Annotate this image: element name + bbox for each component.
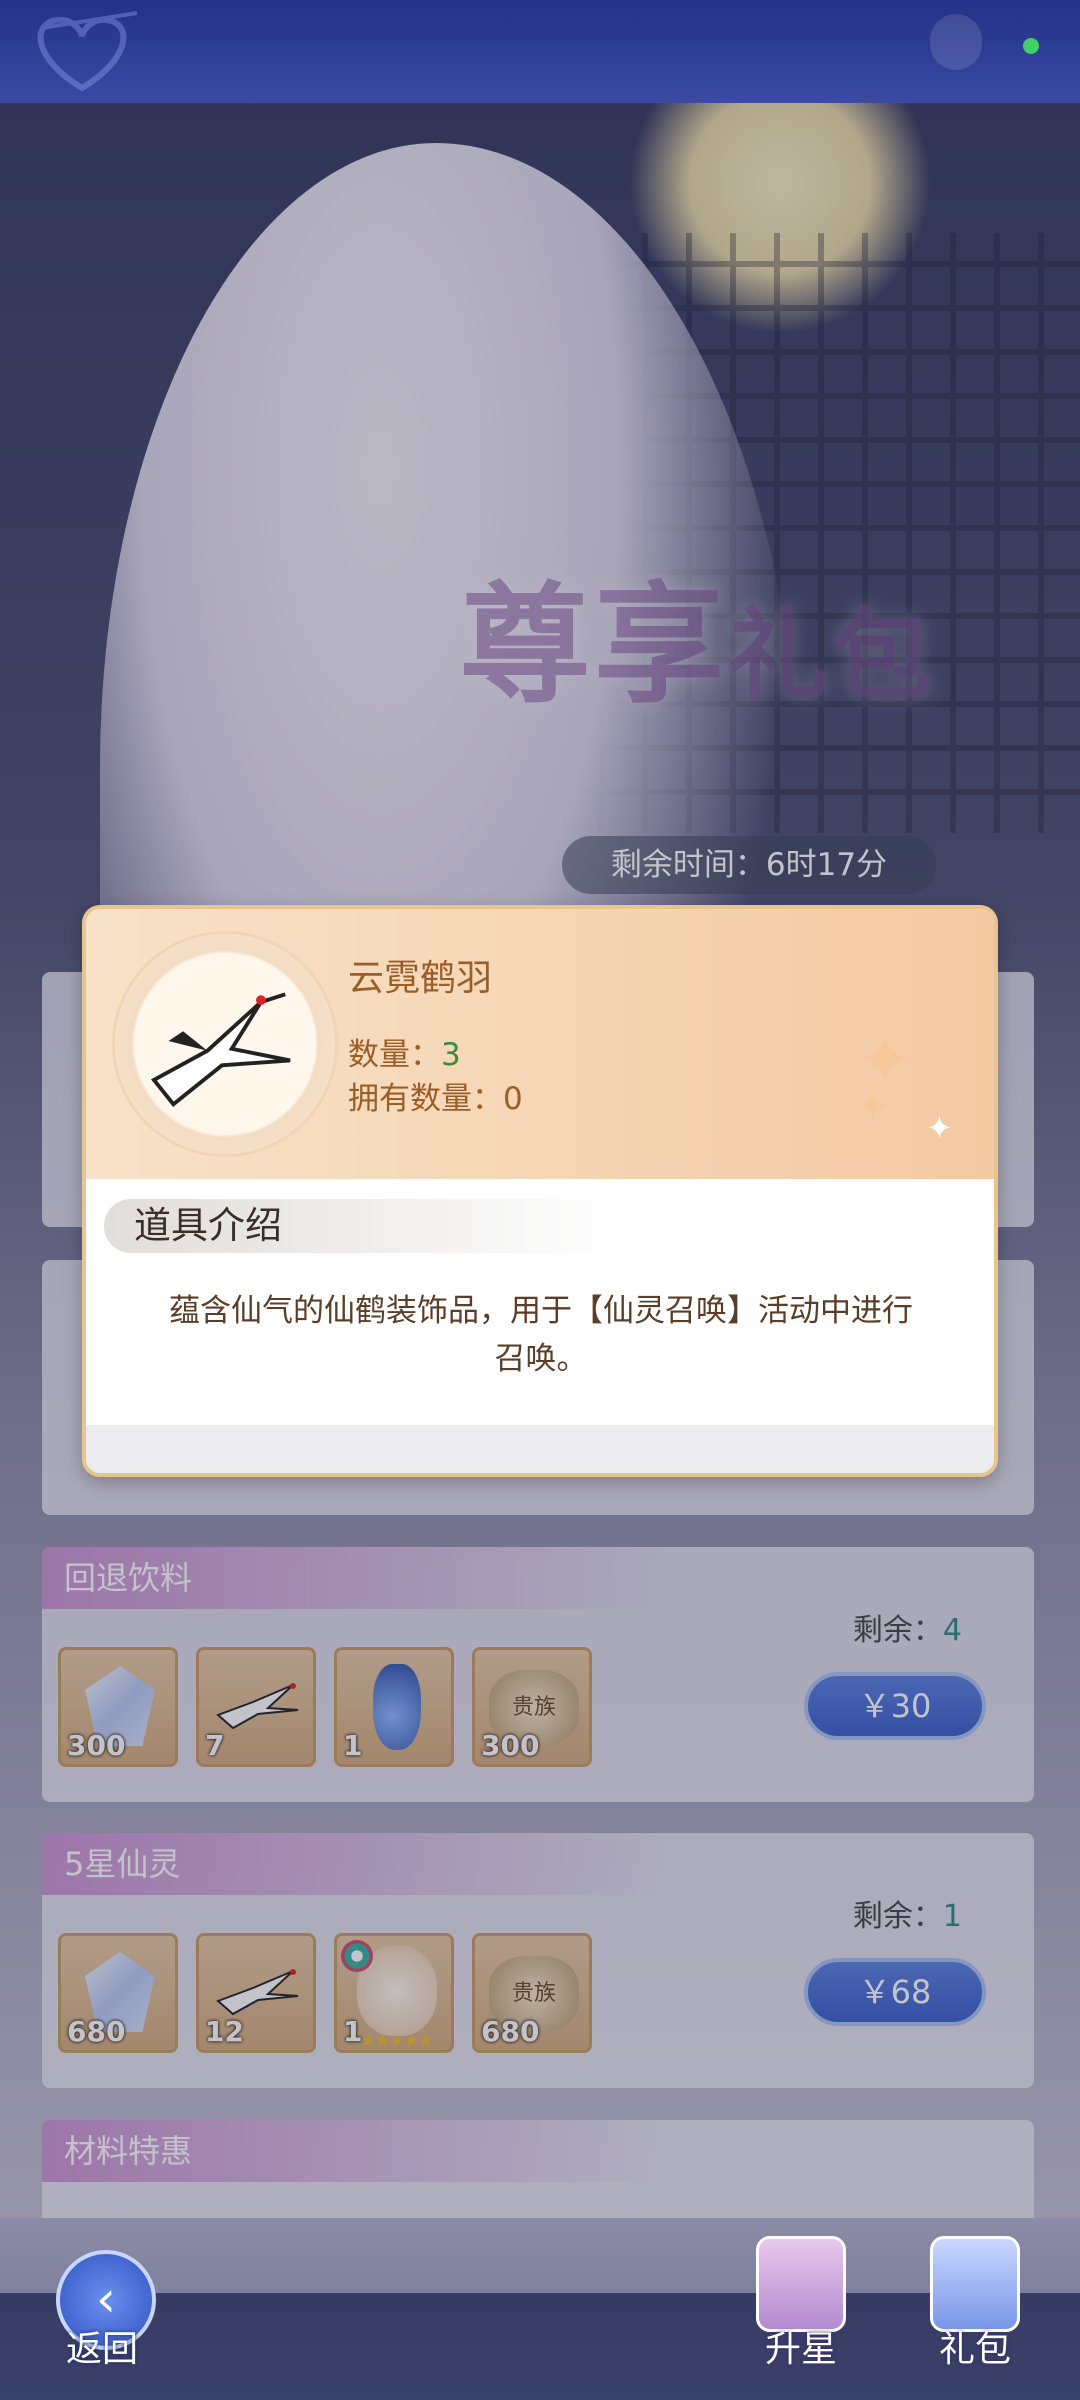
owned-value: 0 bbox=[503, 1081, 523, 1117]
item-detail-popup: 云霓鹤羽 数量：3 拥有数量：0 ✦ ✦ ✦ 道具介绍 蕴含仙气的仙鹤装饰品，用… bbox=[82, 905, 998, 1477]
cupid-heart-logo-icon bbox=[37, 11, 138, 92]
upgrade-star-label: 升星 bbox=[764, 2329, 837, 2370]
upgrade-star-button[interactable]: 升星 bbox=[736, 2232, 866, 2382]
sparkle-icon: ✦ bbox=[926, 1109, 953, 1147]
item-name: 云霓鹤羽 bbox=[348, 958, 493, 999]
chat-bubble-icon[interactable] bbox=[930, 14, 982, 70]
item-icon-frame bbox=[112, 931, 338, 1157]
item-owned: 拥有数量：0 bbox=[348, 1073, 523, 1118]
gift-pack-label: 礼包 bbox=[938, 2329, 1011, 2370]
back-label: 返回 bbox=[66, 2329, 139, 2370]
item-description: 蕴含仙气的仙鹤装饰品，用于【仙灵召唤】活动中进行召唤。 bbox=[169, 1293, 913, 1377]
owned-label: 拥有数量： bbox=[348, 1081, 503, 1117]
section-title: 道具介绍 bbox=[134, 1204, 282, 1247]
section-header: 道具介绍 bbox=[104, 1199, 624, 1253]
item-quantity: 数量：3 bbox=[348, 1029, 461, 1074]
status-dot bbox=[1023, 38, 1039, 54]
sparkle-icon: ✦ bbox=[856, 1084, 890, 1130]
gift-box-icon bbox=[930, 2236, 1020, 2332]
popup-header: 云霓鹤羽 数量：3 拥有数量：0 ✦ ✦ ✦ bbox=[86, 909, 994, 1179]
popup-footer bbox=[86, 1425, 994, 1473]
gift-box-heart-icon bbox=[756, 2236, 846, 2332]
top-bar bbox=[0, 0, 1080, 103]
quantity-label: 数量： bbox=[348, 1037, 441, 1073]
quantity-value: 3 bbox=[441, 1037, 461, 1073]
crane-feather-icon bbox=[150, 992, 291, 1107]
gift-pack-button[interactable]: 礼包 bbox=[910, 2232, 1040, 2382]
